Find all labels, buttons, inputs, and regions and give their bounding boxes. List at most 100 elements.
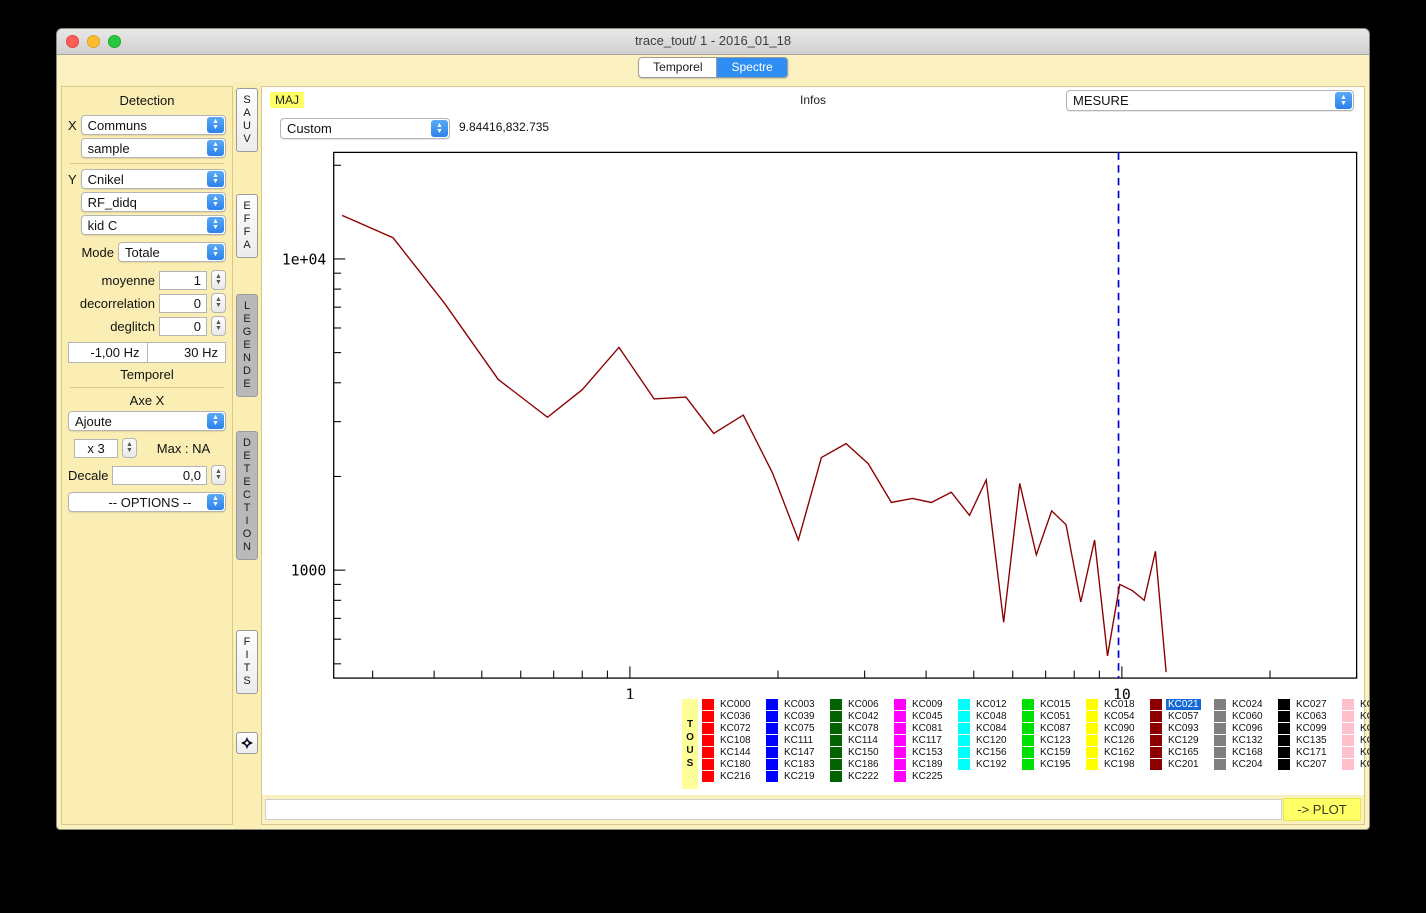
deglitch-stepper[interactable]: ▲▼ bbox=[211, 316, 226, 336]
legend-item[interactable]: KC003 bbox=[766, 699, 817, 711]
legend-label[interactable]: KC189 bbox=[910, 759, 945, 770]
legend-item[interactable]: KC153 bbox=[894, 747, 945, 759]
legend-color-swatch[interactable] bbox=[830, 723, 842, 734]
legend-label[interactable]: KC003 bbox=[782, 699, 817, 710]
legend-label[interactable]: KC057 bbox=[1166, 711, 1201, 722]
legend-color-swatch[interactable] bbox=[894, 723, 906, 734]
legend-item[interactable]: KC090 bbox=[1086, 723, 1137, 735]
legend-label[interactable]: KC216 bbox=[718, 771, 753, 782]
legend-item[interactable]: KC018 bbox=[1086, 699, 1137, 711]
legend-color-swatch[interactable] bbox=[830, 747, 842, 758]
legend-item[interactable]: KC210 bbox=[1342, 759, 1370, 771]
legend-color-swatch[interactable] bbox=[766, 723, 778, 734]
legend-color-swatch[interactable] bbox=[1214, 747, 1226, 758]
legend-label[interactable]: KC087 bbox=[1038, 723, 1073, 734]
legend-color-swatch[interactable] bbox=[1022, 747, 1034, 758]
y-source-select[interactable]: Cnikel ▲▼ bbox=[81, 169, 226, 189]
legend-item[interactable]: KC102 bbox=[1342, 723, 1370, 735]
legend-label[interactable]: KC192 bbox=[974, 759, 1009, 770]
legend-label[interactable]: KC060 bbox=[1230, 711, 1265, 722]
legend-label[interactable]: KC096 bbox=[1230, 723, 1265, 734]
legend-item[interactable]: KC087 bbox=[1022, 723, 1073, 735]
legend-item[interactable]: KC207 bbox=[1278, 759, 1329, 771]
legend-label[interactable]: KC009 bbox=[910, 699, 945, 710]
legend-item[interactable]: KC120 bbox=[958, 735, 1009, 747]
freq-min-input[interactable]: -1,00 Hz bbox=[69, 343, 147, 362]
command-field[interactable] bbox=[265, 799, 1282, 820]
legend-item[interactable]: KC093 bbox=[1150, 723, 1201, 735]
legend-label[interactable]: KC090 bbox=[1102, 723, 1137, 734]
legend-color-swatch[interactable] bbox=[1150, 759, 1162, 770]
legend-color-swatch[interactable] bbox=[830, 735, 842, 746]
legend-item[interactable]: KC147 bbox=[766, 747, 817, 759]
legend-item[interactable]: KC015 bbox=[1022, 699, 1073, 711]
legend-color-swatch[interactable] bbox=[766, 699, 778, 710]
legend-color-swatch[interactable] bbox=[766, 771, 778, 782]
legend-label[interactable]: KC147 bbox=[782, 747, 817, 758]
legend-item[interactable]: KC159 bbox=[1022, 747, 1073, 759]
vtab-effa[interactable]: EFFA bbox=[236, 194, 258, 258]
legend-label[interactable]: KC129 bbox=[1166, 735, 1201, 746]
legend-color-swatch[interactable] bbox=[1278, 759, 1290, 770]
legend-item[interactable]: KC171 bbox=[1278, 747, 1329, 759]
legend-label[interactable]: KC162 bbox=[1102, 747, 1137, 758]
legend-label[interactable]: KC156 bbox=[974, 747, 1009, 758]
legend-item[interactable]: KC123 bbox=[1022, 735, 1073, 747]
legend-color-swatch[interactable] bbox=[830, 759, 842, 770]
legend-label[interactable]: KC012 bbox=[974, 699, 1009, 710]
legend-color-swatch[interactable] bbox=[1278, 723, 1290, 734]
legend-item[interactable]: KC129 bbox=[1150, 735, 1201, 747]
legend-label[interactable]: KC018 bbox=[1102, 699, 1137, 710]
tab-spectre[interactable]: Spectre bbox=[717, 58, 787, 77]
decorrelation-stepper[interactable]: ▲▼ bbox=[211, 293, 226, 313]
legend-label[interactable]: KC051 bbox=[1038, 711, 1073, 722]
legend-color-swatch[interactable] bbox=[1022, 711, 1034, 722]
legend-label[interactable]: KC132 bbox=[1230, 735, 1265, 746]
legend-label[interactable]: KC150 bbox=[846, 747, 881, 758]
legend-item[interactable]: KC060 bbox=[1214, 711, 1265, 723]
legend-color-swatch[interactable] bbox=[1086, 747, 1098, 758]
tous-selector[interactable]: TOUS bbox=[682, 699, 698, 789]
vtab-detection[interactable]: DETECTION bbox=[236, 431, 258, 560]
legend-label[interactable]: KC138 bbox=[1358, 735, 1370, 746]
legend-item[interactable]: KC126 bbox=[1086, 735, 1137, 747]
legend-item[interactable]: KC114 bbox=[830, 735, 881, 747]
legend-color-swatch[interactable] bbox=[1022, 699, 1034, 710]
legend-item[interactable]: KC117 bbox=[894, 735, 945, 747]
legend-label[interactable]: KC006 bbox=[846, 699, 881, 710]
legend-item[interactable]: KC006 bbox=[830, 699, 881, 711]
deglitch-input[interactable]: 0 bbox=[159, 317, 207, 336]
legend-color-swatch[interactable] bbox=[1342, 711, 1354, 722]
legend-item[interactable]: KC111 bbox=[766, 735, 817, 747]
legend-item[interactable]: KC081 bbox=[894, 723, 945, 735]
legend-label[interactable]: KC063 bbox=[1294, 711, 1329, 722]
legend-item[interactable]: KC057 bbox=[1150, 711, 1201, 723]
legend-item[interactable]: KC216 bbox=[702, 771, 753, 783]
legend-item[interactable]: KC066 bbox=[1342, 711, 1370, 723]
legend-label[interactable]: KC174 bbox=[1358, 747, 1370, 758]
legend-color-swatch[interactable] bbox=[1214, 735, 1226, 746]
legend-color-swatch[interactable] bbox=[1150, 747, 1162, 758]
legend-label[interactable]: KC153 bbox=[910, 747, 945, 758]
legend-color-swatch[interactable] bbox=[1214, 723, 1226, 734]
legend-item[interactable]: KC078 bbox=[830, 723, 881, 735]
legend-color-swatch[interactable] bbox=[894, 699, 906, 710]
custom-select[interactable]: Custom ▲▼ bbox=[280, 118, 450, 139]
legend-label[interactable]: KC201 bbox=[1166, 759, 1201, 770]
legend-color-swatch[interactable] bbox=[766, 711, 778, 722]
legend-item[interactable]: KC075 bbox=[766, 723, 817, 735]
legend-color-swatch[interactable] bbox=[702, 711, 714, 722]
legend-color-swatch[interactable] bbox=[1278, 735, 1290, 746]
legend-item[interactable]: KC156 bbox=[958, 747, 1009, 759]
moyenne-input[interactable]: 1 bbox=[159, 271, 207, 290]
legend-label[interactable]: KC027 bbox=[1294, 699, 1329, 710]
legend-label[interactable]: KC015 bbox=[1038, 699, 1073, 710]
legend-item[interactable]: KC027 bbox=[1278, 699, 1329, 711]
legend-item[interactable]: KC168 bbox=[1214, 747, 1265, 759]
legend-label[interactable]: KC024 bbox=[1230, 699, 1265, 710]
legend-color-swatch[interactable] bbox=[1086, 759, 1098, 770]
legend-color-swatch[interactable] bbox=[830, 771, 842, 782]
legend-color-swatch[interactable] bbox=[1278, 747, 1290, 758]
legend-item[interactable]: KC045 bbox=[894, 711, 945, 723]
legend-color-swatch[interactable] bbox=[1086, 735, 1098, 746]
